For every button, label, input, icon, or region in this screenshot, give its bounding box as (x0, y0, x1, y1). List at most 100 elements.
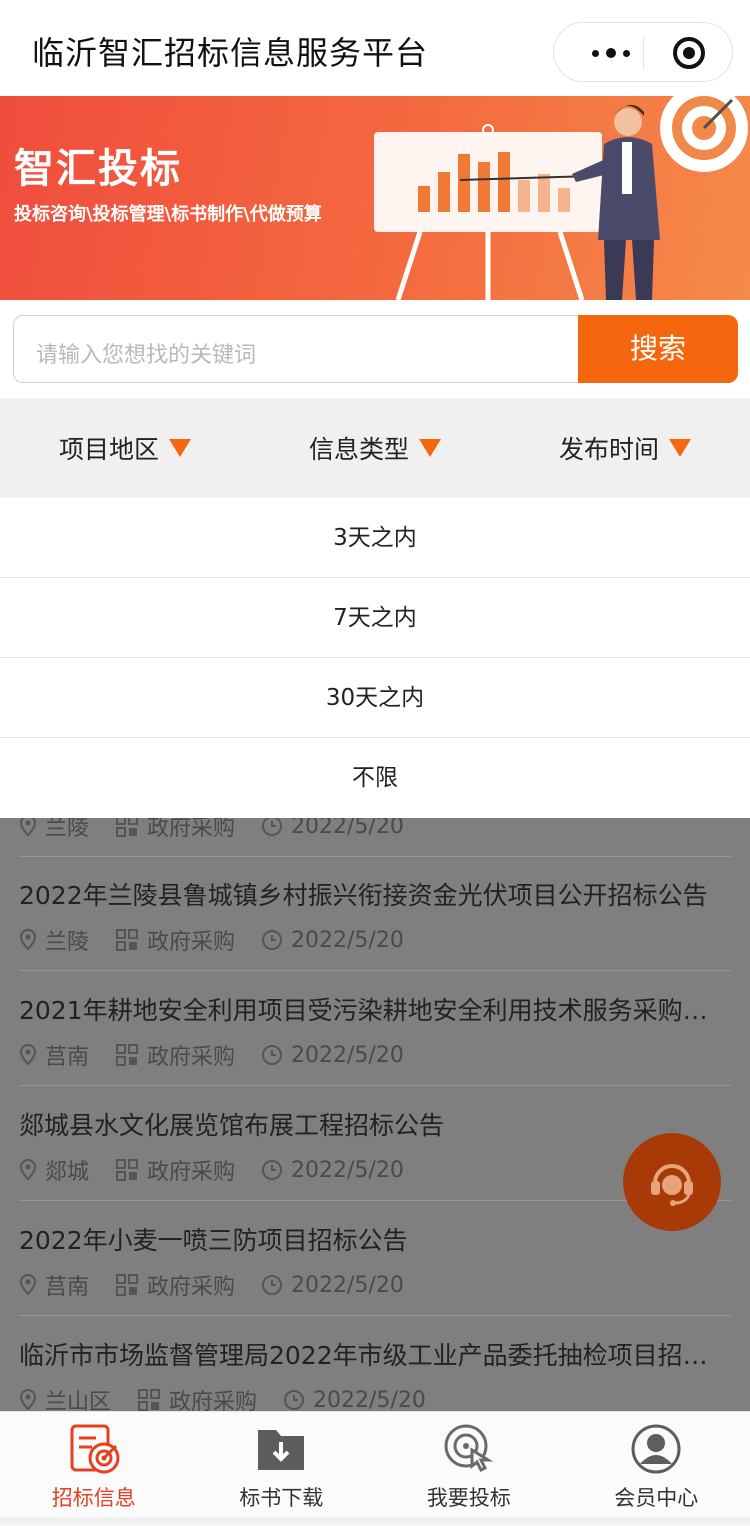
location-pin-icon (19, 1159, 37, 1181)
search-button[interactable]: 搜索 (578, 315, 738, 383)
customer-service-button[interactable] (623, 1133, 721, 1231)
item-type: 政府采购 (147, 1039, 235, 1071)
location-pin-icon (19, 1274, 37, 1296)
item-title: 2021年耕地安全利用项目受污染耕地安全利用技术服务采购项目 (19, 991, 723, 1027)
tab-download[interactable]: 标书下载 (188, 1412, 376, 1526)
more-menu-icon[interactable] (576, 39, 646, 67)
clock-icon (261, 1274, 283, 1296)
tab-label: 会员中心 (614, 1482, 698, 1512)
location-pin-icon (19, 1044, 37, 1066)
clock-icon (261, 1044, 283, 1066)
dimmed-listing-area[interactable]: 兰陵 政府采购 2022/5/20 2022年兰陵县鲁城镇乡村振兴衔接资金光伏项… (0, 818, 750, 1411)
item-region: 兰山区 (45, 1384, 111, 1411)
item-type: 政府采购 (147, 1269, 235, 1301)
page-title: 临沂智汇招标信息服务平台 (32, 28, 428, 74)
capsule-divider (643, 37, 644, 69)
item-title: 郯城县水文化展览馆布展工程招标公告 (19, 1106, 723, 1142)
mini-program-capsule (553, 22, 733, 82)
category-grid-icon (115, 1158, 139, 1182)
item-type: 政府采购 (147, 924, 235, 956)
filter-time[interactable]: 发布时间 (500, 398, 750, 498)
item-title: 临沂市市场监督管理局2022年市级工业产品委托抽检项目招标公告 (19, 1336, 723, 1372)
item-meta: 兰陵 政府采购 2022/5/20 (19, 818, 731, 844)
item-date: 2022/5/20 (291, 1158, 404, 1183)
location-pin-icon (19, 929, 37, 951)
item-meta: 莒南 政府采购 2022/5/20 (19, 1037, 731, 1073)
dropdown-arrow-icon (669, 439, 691, 457)
list-divider (19, 1085, 731, 1086)
location-pin-icon (19, 1389, 37, 1411)
time-filter-dropdown: 3天之内 7天之内 30天之内 不限 (0, 498, 750, 818)
item-region: 莒南 (45, 1269, 89, 1301)
home-indicator-area (0, 1517, 750, 1525)
list-divider (19, 1315, 731, 1316)
list-item[interactable]: 兰陵 政府采购 2022/5/20 (19, 818, 731, 844)
item-region: 兰陵 (45, 818, 89, 842)
item-date: 2022/5/20 (291, 928, 404, 953)
item-region: 莒南 (45, 1039, 89, 1071)
option-3-days[interactable]: 3天之内 (0, 498, 750, 578)
dropdown-arrow-icon (169, 439, 191, 457)
clock-icon (261, 1159, 283, 1181)
category-grid-icon (115, 928, 139, 952)
search-bar: 请输入您想找的关键词 搜索 (13, 315, 738, 383)
banner-subtitle: 投标咨询\投标管理\标书制作\代做预算 (14, 200, 322, 226)
item-type: 政府采购 (147, 818, 235, 842)
item-type: 政府采购 (169, 1384, 257, 1411)
promo-banner[interactable]: 智汇投标 投标咨询\投标管理\标书制作\代做预算 (0, 96, 750, 300)
item-date: 2022/5/20 (313, 1388, 426, 1412)
item-title: 2022年小麦一喷三防项目招标公告 (19, 1221, 723, 1257)
presentation-illustration (360, 96, 750, 300)
option-7-days[interactable]: 7天之内 (0, 578, 750, 658)
tab-member-center[interactable]: 会员中心 (563, 1412, 750, 1526)
banner-title: 智汇投标 (14, 136, 182, 194)
bid-info-icon (66, 1422, 122, 1476)
filter-label: 发布时间 (559, 430, 659, 466)
filter-bar: 项目地区 信息类型 发布时间 (0, 398, 750, 498)
option-unlimited[interactable]: 不限 (0, 738, 750, 818)
list-divider (19, 970, 731, 971)
filter-region[interactable]: 项目地区 (0, 398, 250, 498)
item-region: 兰陵 (45, 924, 89, 956)
clock-icon (283, 1389, 305, 1411)
download-folder-icon (254, 1422, 308, 1476)
item-region: 郯城 (45, 1154, 89, 1186)
filter-label: 项目地区 (59, 430, 159, 466)
item-type: 政府采购 (147, 1154, 235, 1186)
bottom-tab-bar: 招标信息 标书下载 我要投标 会员中心 (0, 1411, 750, 1526)
tab-label: 我要投标 (427, 1482, 511, 1512)
category-grid-icon (115, 818, 139, 838)
clock-icon (261, 929, 283, 951)
user-icon (629, 1422, 683, 1476)
list-item[interactable]: 2022年小麦一喷三防项目招标公告 莒南 政府采购 2022/5/20 (19, 1221, 731, 1303)
dropdown-arrow-icon (419, 439, 441, 457)
title-bar: 临沂智汇招标信息服务平台 (0, 0, 750, 96)
tab-submit-bid[interactable]: 我要投标 (375, 1412, 563, 1526)
item-date: 2022/5/20 (291, 1043, 404, 1068)
location-pin-icon (19, 818, 37, 837)
tab-label: 标书下载 (239, 1482, 323, 1512)
option-30-days[interactable]: 30天之内 (0, 658, 750, 738)
item-date: 2022/5/20 (291, 1273, 404, 1298)
tab-bid-info[interactable]: 招标信息 (0, 1412, 188, 1526)
bid-target-icon (442, 1422, 496, 1476)
search-input[interactable]: 请输入您想找的关键词 (13, 315, 579, 383)
item-date: 2022/5/20 (291, 818, 404, 839)
category-grid-icon (115, 1273, 139, 1297)
list-item[interactable]: 2022年兰陵县鲁城镇乡村振兴衔接资金光伏项目公开招标公告 兰陵 政府采购 20… (19, 876, 731, 958)
list-divider (19, 856, 731, 857)
filter-label: 信息类型 (309, 430, 409, 466)
list-item[interactable]: 临沂市市场监督管理局2022年市级工业产品委托抽检项目招标公告 兰山区 政府采购… (19, 1336, 731, 1411)
clock-icon (261, 818, 283, 837)
category-grid-icon (137, 1388, 161, 1411)
item-meta: 兰山区 政府采购 2022/5/20 (19, 1382, 731, 1411)
filter-type[interactable]: 信息类型 (250, 398, 500, 498)
list-item[interactable]: 2021年耕地安全利用项目受污染耕地安全利用技术服务采购项目 莒南 政府采购 2… (19, 991, 731, 1073)
headset-icon (645, 1155, 699, 1209)
item-title: 2022年兰陵县鲁城镇乡村振兴衔接资金光伏项目公开招标公告 (19, 876, 723, 912)
tab-label: 招标信息 (52, 1482, 136, 1512)
close-target-icon[interactable] (672, 36, 706, 70)
item-meta: 莒南 政府采购 2022/5/20 (19, 1267, 731, 1303)
item-meta: 兰陵 政府采购 2022/5/20 (19, 922, 731, 958)
list-divider (19, 1200, 731, 1201)
